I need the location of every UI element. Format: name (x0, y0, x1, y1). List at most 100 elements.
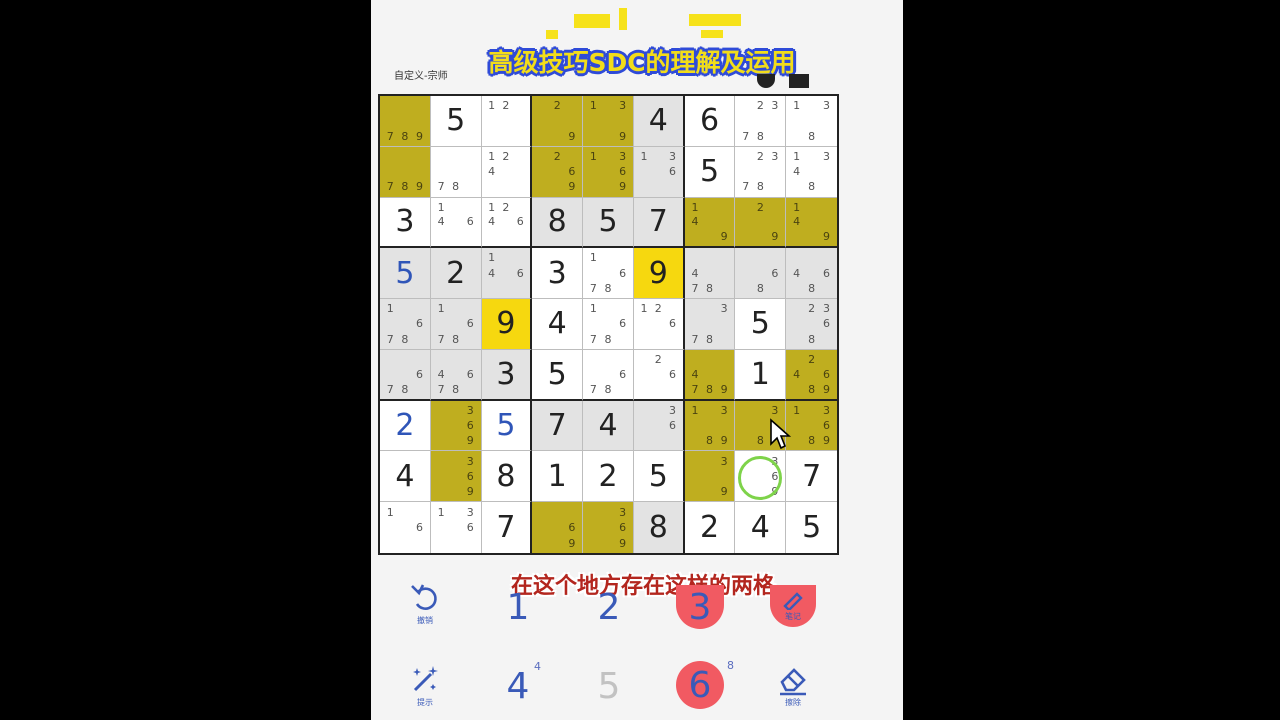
sudoku-cell[interactable]: 4 6 78 (430, 349, 482, 401)
sudoku-cell[interactable]: 4 (735, 502, 787, 553)
sudoku-cell[interactable]: 5 (532, 349, 584, 401)
sudoku-cell[interactable]: 68 (735, 248, 787, 300)
sudoku-cell[interactable]: 12 (481, 96, 533, 147)
sudoku-cell[interactable]: 36 (633, 400, 685, 452)
sudoku-cell[interactable]: 7 (532, 400, 584, 452)
sudoku-cell[interactable]: 9 (633, 248, 685, 300)
sudoku-cell[interactable]: 1 (735, 349, 787, 401)
sudoku-cell[interactable]: 126 (633, 299, 685, 350)
sudoku-cell[interactable]: 1678 (430, 299, 482, 350)
sudoku-cell[interactable]: 14 9 (684, 197, 736, 249)
sudoku-cell[interactable]: 4 (532, 299, 584, 350)
digit-3-button[interactable]: 3 (676, 585, 724, 629)
sudoku-cell[interactable]: 1 3 689 (786, 400, 837, 452)
settings-icon[interactable] (757, 74, 775, 88)
sudoku-cell[interactable]: 478 (684, 248, 736, 300)
sudoku-cell[interactable]: 8 (532, 197, 584, 249)
sudoku-cell[interactable]: 4 (633, 96, 685, 147)
digit-5-button[interactable]: 5 (584, 660, 634, 712)
candidate-notes: 69 (535, 504, 579, 551)
sudoku-cell[interactable]: 5 (786, 502, 837, 553)
sudoku-cell[interactable]: 69 (532, 502, 584, 553)
sudoku-cell[interactable]: 1 3 9 (583, 96, 634, 147)
notes-button[interactable]: 笔记 (768, 585, 818, 627)
toolbar-icons[interactable] (755, 74, 835, 88)
sudoku-cell[interactable]: 4 (380, 451, 431, 503)
sudoku-cell[interactable]: 23 78 (735, 96, 787, 147)
digit-6-button[interactable]: 6 8 (676, 659, 734, 709)
sudoku-cell[interactable]: 14 6 (430, 197, 482, 249)
sudoku-cell[interactable]: 2368 (786, 299, 837, 350)
sudoku-cell[interactable]: 16 (380, 502, 431, 553)
candidate-note (804, 113, 819, 128)
sudoku-cell[interactable]: 1 3 69 (583, 146, 634, 198)
sudoku-cell[interactable]: 78 (430, 146, 482, 198)
sudoku-cell[interactable]: 1678 (380, 299, 431, 350)
sudoku-cell[interactable]: 39 (684, 451, 736, 503)
digit-2-button[interactable]: 2 (584, 582, 634, 632)
sudoku-cell[interactable]: 1678 (583, 299, 634, 350)
sudoku-cell[interactable]: 1 3 6 (633, 146, 685, 198)
sudoku-cell[interactable]: 4 68 (786, 248, 837, 300)
sudoku-cell[interactable]: 1 3 89 (684, 400, 736, 452)
candidate-note (434, 469, 449, 484)
sudoku-cell[interactable]: 369 (430, 451, 482, 503)
sudoku-cell[interactable]: 8 (481, 451, 533, 503)
sudoku-cell[interactable]: 1 3 6 (430, 502, 482, 553)
sudoku-cell[interactable]: 124 6 (481, 197, 533, 249)
sudoku-cell[interactable]: 5 (684, 146, 736, 198)
candidate-note: 4 (488, 215, 496, 229)
sudoku-cell[interactable]: 1 3 8 (786, 96, 837, 147)
sudoku-cell[interactable]: 29 (735, 197, 787, 249)
sudoku-cell[interactable]: 6 (684, 96, 736, 147)
sudoku-cell[interactable]: 2 (684, 502, 736, 553)
sudoku-cell[interactable]: 6 78 (380, 349, 431, 401)
digit-4-button[interactable]: 4 4 (493, 660, 543, 712)
sudoku-cell[interactable]: 1 (532, 451, 584, 503)
digit-1-button[interactable]: 1 (493, 582, 543, 632)
sudoku-cell[interactable]: 3 (380, 197, 431, 249)
sudoku-cell[interactable]: 9 (481, 299, 533, 350)
sudoku-cell[interactable]: 269 (532, 146, 584, 198)
sudoku-cell[interactable]: 23 78 (735, 146, 787, 198)
hint-button[interactable]: 提示 (400, 664, 450, 708)
sudoku-cell[interactable]: 26 (633, 349, 685, 401)
sudoku-cell[interactable]: 5 (735, 299, 787, 350)
sudoku-cell[interactable]: 1 3 48 (786, 146, 837, 198)
sudoku-cell[interactable]: 14 9 (786, 197, 837, 249)
sudoku-cell[interactable]: 5 (481, 400, 533, 452)
candidate-note (753, 418, 768, 433)
sudoku-cell[interactable]: 7 (481, 502, 533, 553)
sudoku-cell[interactable]: 1678 (583, 248, 634, 300)
sudoku-cell[interactable]: 5 (633, 451, 685, 503)
sudoku-cell[interactable]: 7 (633, 197, 685, 249)
sudoku-cell[interactable]: 3 (481, 349, 533, 401)
sudoku-cell[interactable]: 2 (380, 400, 431, 452)
erase-button[interactable]: 擦除 (768, 664, 818, 708)
sudoku-cell[interactable]: 6 78 (583, 349, 634, 401)
sudoku-cell[interactable]: 24 689 (786, 349, 837, 401)
sudoku-cell[interactable]: 369 (583, 502, 634, 553)
sudoku-cell[interactable]: 3 (532, 248, 584, 300)
sudoku-cell[interactable]: 2 (430, 248, 482, 300)
candidate-note (768, 281, 783, 296)
sudoku-cell[interactable]: 5 (430, 96, 482, 147)
sudoku-cell[interactable]: 124 (481, 146, 533, 198)
sudoku-cell[interactable]: 7 (786, 451, 837, 503)
sudoku-cell[interactable]: 5 (380, 248, 431, 300)
menu-icon[interactable] (789, 74, 809, 88)
sudoku-cell[interactable]: 4789 (684, 349, 736, 401)
candidate-notes: 29 (535, 98, 579, 144)
sudoku-cell[interactable]: 8 (633, 502, 685, 553)
sudoku-cell[interactable]: 2 (583, 451, 634, 503)
sudoku-cell[interactable]: 5 (583, 197, 634, 249)
sudoku-cell[interactable]: 14 6 (481, 248, 533, 300)
sudoku-cell[interactable]: 369 (430, 400, 482, 452)
sudoku-cell[interactable]: 29 (532, 96, 584, 147)
sudoku-cell[interactable]: 789 (380, 96, 431, 147)
sudoku-cell[interactable]: 4 (583, 400, 634, 452)
sudoku-cell[interactable]: 789 (380, 146, 431, 198)
candidate-note (535, 164, 550, 179)
sudoku-cell[interactable]: 3 78 (684, 299, 736, 350)
undo-button[interactable]: 撤销 (400, 582, 450, 626)
